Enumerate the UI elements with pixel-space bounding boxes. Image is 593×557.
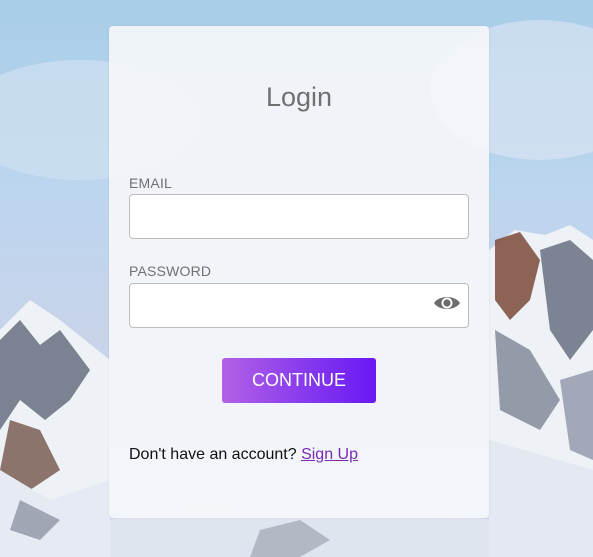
eye-icon[interactable] [433,293,461,313]
page-title: Login [265,82,333,112]
password-label: PASSWORD [129,263,212,279]
email-field[interactable] [129,194,469,239]
signup-link[interactable]: Sign Up [301,446,358,463]
continue-button[interactable]: CONTINUE [222,358,376,403]
signup-prompt: Don't have an account? [129,446,297,463]
signup-row: Don't have an account? Sign Up [129,446,358,464]
email-label: EMAIL [129,175,173,191]
login-card: Login EMAIL PASSWORD CONTINUE Don't have… [109,26,489,518]
password-field[interactable] [129,283,469,328]
